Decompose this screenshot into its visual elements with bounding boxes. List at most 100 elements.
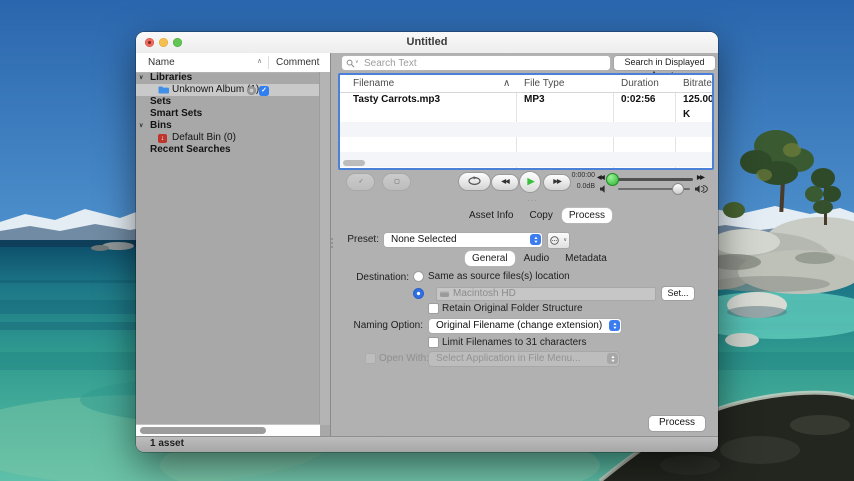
tab-general[interactable]: General (465, 251, 515, 266)
set-destination-button[interactable]: Set... (661, 286, 695, 301)
empty-row (340, 152, 712, 167)
sidebar-item-default-bin[interactable]: ↓ Default Bin (0) (136, 132, 320, 144)
folder-icon (158, 86, 169, 94)
tab-audio[interactable]: Audio (517, 251, 557, 266)
sidebar-item-unknown-album[interactable]: Unknown Album (1) ✓ (136, 84, 320, 96)
loop-icon (467, 176, 482, 186)
column-header-bitrate[interactable]: Bitrate (683, 78, 712, 89)
open-with-checkbox (365, 353, 376, 364)
grid-icon: ▢ (394, 179, 399, 185)
destination-path-value: Macintosh HD (453, 288, 516, 299)
asset-list[interactable]: Filename ∧ File Type Duration Bitrate Ta… (338, 73, 714, 170)
search-input[interactable] (362, 56, 606, 70)
disclosure-triangle-icon[interactable]: ∨ (139, 120, 143, 132)
preset-value: None Selected (391, 234, 457, 245)
window-titlebar[interactable]: Untitled (136, 32, 718, 54)
mark-button: ✓ (346, 173, 375, 191)
tab-copy[interactable]: Copy (522, 208, 559, 223)
sidebar-item-bins[interactable]: ∨ Bins (136, 120, 320, 132)
album-checkbox[interactable]: ✓ (259, 86, 269, 96)
sidebar: Name ∧ Comment ∨ Libraries Unknown Album… (136, 53, 331, 437)
retain-folder-checkbox[interactable] (428, 303, 439, 314)
view-button: ▢ (382, 173, 411, 191)
jog-back-icon[interactable]: ◀◀ (597, 174, 603, 181)
cell-duration: 0:02:56 (621, 92, 655, 107)
asset-count: 1 asset (150, 438, 184, 449)
column-divider[interactable] (268, 56, 269, 69)
preset-action-menu-button[interactable]: ∨ (547, 232, 570, 249)
retain-folder-label: Retain Original Folder Structure (442, 303, 583, 314)
popup-stepper-icon: ▲▼ (607, 353, 618, 364)
radio-same-as-source[interactable] (413, 271, 424, 282)
open-with-value: Select Application in File Menu... (436, 353, 581, 364)
radio-custom-destination[interactable] (413, 288, 424, 299)
column-header-comment[interactable]: Comment (276, 57, 319, 68)
column-header-filename[interactable]: Filename (353, 78, 394, 89)
search-field[interactable]: ∨ (341, 55, 611, 71)
sidebar-item-smart-sets[interactable]: Smart Sets (136, 108, 320, 120)
open-with-popup: Select Application in File Menu... ▲▼ (428, 351, 620, 367)
sort-asc-icon[interactable]: ∧ (257, 57, 262, 65)
naming-option-popup[interactable]: Original Filename (change extension) ▲▼ (428, 318, 622, 334)
volume-slider-knob[interactable] (672, 183, 684, 195)
jog-forward-icon[interactable]: ▶▶ (697, 174, 703, 181)
mode-tab-bar: Asset Info Copy Process (462, 208, 612, 223)
preset-popup[interactable]: None Selected ▲▼ (383, 232, 543, 248)
search-icon (346, 59, 355, 68)
tab-metadata[interactable]: Metadata (558, 251, 614, 266)
status-circle-icon (247, 86, 256, 95)
chevron-down-icon: ∨ (563, 237, 567, 243)
destination-label: Destination: (345, 272, 409, 283)
loop-button[interactable] (458, 172, 491, 191)
table-row[interactable]: Tasty Carrots.mp3 MP3 0:02:56 125.00 K (340, 92, 712, 107)
tab-process[interactable]: Process (562, 208, 612, 223)
list-header: Filename ∧ File Type Duration Bitrate (340, 75, 712, 93)
sidebar-item-libraries[interactable]: ∨ Libraries (136, 72, 320, 84)
disclosure-triangle-icon[interactable]: ∨ (139, 72, 143, 84)
play-button[interactable]: ▶ (519, 171, 541, 193)
window-title: Untitled (136, 36, 718, 48)
rewind-button[interactable]: ◀◀ (491, 174, 519, 191)
check-icon: ✓ (358, 179, 362, 185)
volume-max-icon[interactable] (695, 185, 708, 193)
list-horizontal-scrollbar[interactable] (343, 160, 365, 166)
column-header-filetype[interactable]: File Type (524, 78, 564, 89)
sidebar-item-recent-searches[interactable]: Recent Searches (136, 144, 320, 156)
empty-row (340, 122, 712, 137)
naming-option-label: Naming Option: (345, 320, 423, 331)
open-with-label: Open With: (379, 353, 429, 364)
same-as-source-label: Same as source files(s) location (428, 271, 570, 282)
rewind-icon: ◀◀ (501, 179, 508, 185)
process-button[interactable]: Process (648, 415, 706, 432)
tree-label: Default Bin (0) (136, 132, 236, 143)
naming-option-value: Original Filename (change extension) (436, 320, 602, 331)
sort-asc-icon[interactable]: ∧ (503, 78, 510, 89)
tab-asset-info[interactable]: Asset Info (462, 208, 520, 223)
search-displayed-assets-button[interactable]: Search in Displayed Assets (613, 55, 716, 71)
volume-min-icon[interactable] (600, 185, 609, 193)
tree-label: Unknown Album (1) (136, 84, 259, 95)
window-body: Name ∧ Comment ∨ Libraries Unknown Album… (136, 53, 718, 437)
status-bar: 1 asset (136, 436, 718, 452)
search-scope-chevron-icon[interactable]: ∨ (355, 59, 359, 65)
column-header-name[interactable]: Name (148, 57, 175, 68)
cell-filetype: MP3 (524, 92, 545, 107)
scrollbar-thumb[interactable] (140, 427, 266, 434)
popup-stepper-icon: ▲▼ (609, 320, 620, 331)
play-icon: ▶ (526, 176, 535, 186)
hard-drive-icon (440, 291, 449, 297)
preset-label: Preset: (331, 234, 379, 245)
desktop: Untitled Name ∧ Comment ∨ Libraries (0, 0, 854, 481)
cell-bitrate: 125.00 K (683, 92, 712, 122)
limit-filenames-checkbox[interactable] (428, 337, 439, 348)
playhead-slider-track[interactable] (611, 178, 693, 181)
fast-forward-icon: ▶▶ (553, 179, 560, 185)
bin-icon: ↓ (158, 134, 167, 143)
app-window: Untitled Name ∧ Comment ∨ Libraries (136, 32, 718, 452)
timecode-display: 0:00:00 (565, 172, 595, 179)
column-header-duration[interactable]: Duration (621, 78, 659, 89)
pane-resize-handle[interactable]: ··· (527, 196, 538, 205)
sidebar-vertical-scrollbar[interactable] (319, 72, 330, 425)
ellipsis-circle-icon (550, 236, 559, 245)
sidebar-item-sets[interactable]: Sets (136, 96, 320, 108)
